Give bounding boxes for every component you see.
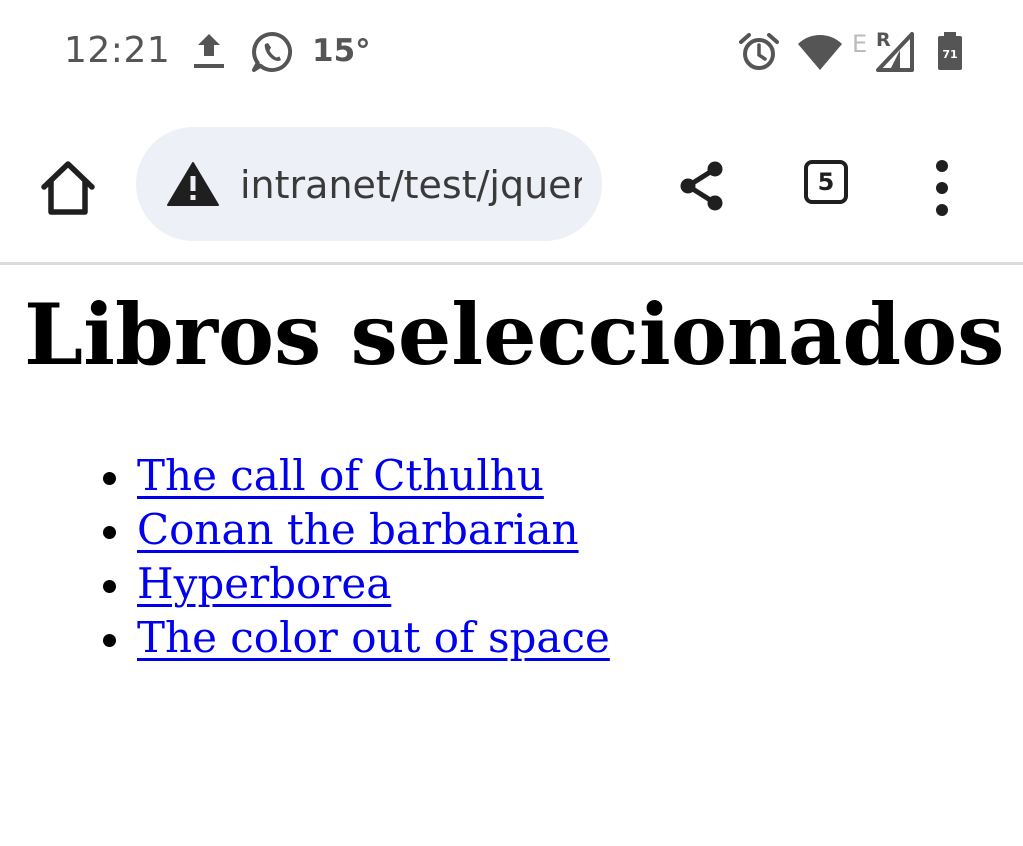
signal-icon: E R (852, 29, 914, 72)
battery-level: 71 (942, 48, 957, 61)
warning-icon[interactable] (166, 161, 220, 207)
browser-toolbar: intranet/test/jquery 5 (0, 104, 1023, 264)
book-link-call-of-cthulhu[interactable]: The call of Cthulhu (137, 449, 544, 503)
book-link-conan-the-barbarian[interactable]: Conan the barbarian (137, 503, 579, 557)
book-link-hyperborea[interactable]: Hyperborea (137, 557, 391, 611)
status-temperature: 15° (312, 33, 371, 69)
network-type-label: E (852, 30, 867, 58)
upload-icon (194, 34, 224, 68)
tab-count: 5 (817, 168, 835, 196)
wifi-icon (798, 35, 842, 70)
tabs-icon: 5 (804, 160, 848, 204)
more-vert-icon (936, 160, 948, 216)
page-heading: Libros seleccionados (24, 285, 1005, 384)
share-button[interactable] (674, 159, 730, 215)
status-time: 12:21 (64, 30, 171, 71)
roaming-label: R (876, 29, 891, 51)
home-icon (41, 161, 95, 215)
battery-icon: 71 (938, 32, 962, 70)
page-content: Libros seleccionados The call of Cthulhu… (0, 265, 1023, 846)
book-link-color-out-of-space[interactable]: The color out of space (137, 611, 610, 665)
url-bar[interactable]: intranet/test/jquery (136, 127, 602, 241)
share-icon (680, 161, 723, 211)
bullet (103, 634, 116, 647)
bullet (103, 472, 116, 485)
bullet (103, 526, 116, 539)
alarm-icon (739, 33, 779, 70)
status-bar: 12:21 15° E R 71 (0, 0, 1023, 104)
url-text[interactable]: intranet/test/jquery (240, 163, 582, 207)
more-options-button[interactable] (918, 156, 966, 220)
bullet (103, 580, 116, 593)
whatsapp-icon (252, 31, 293, 72)
home-button[interactable] (36, 156, 100, 220)
tabs-button[interactable]: 5 (802, 158, 856, 212)
